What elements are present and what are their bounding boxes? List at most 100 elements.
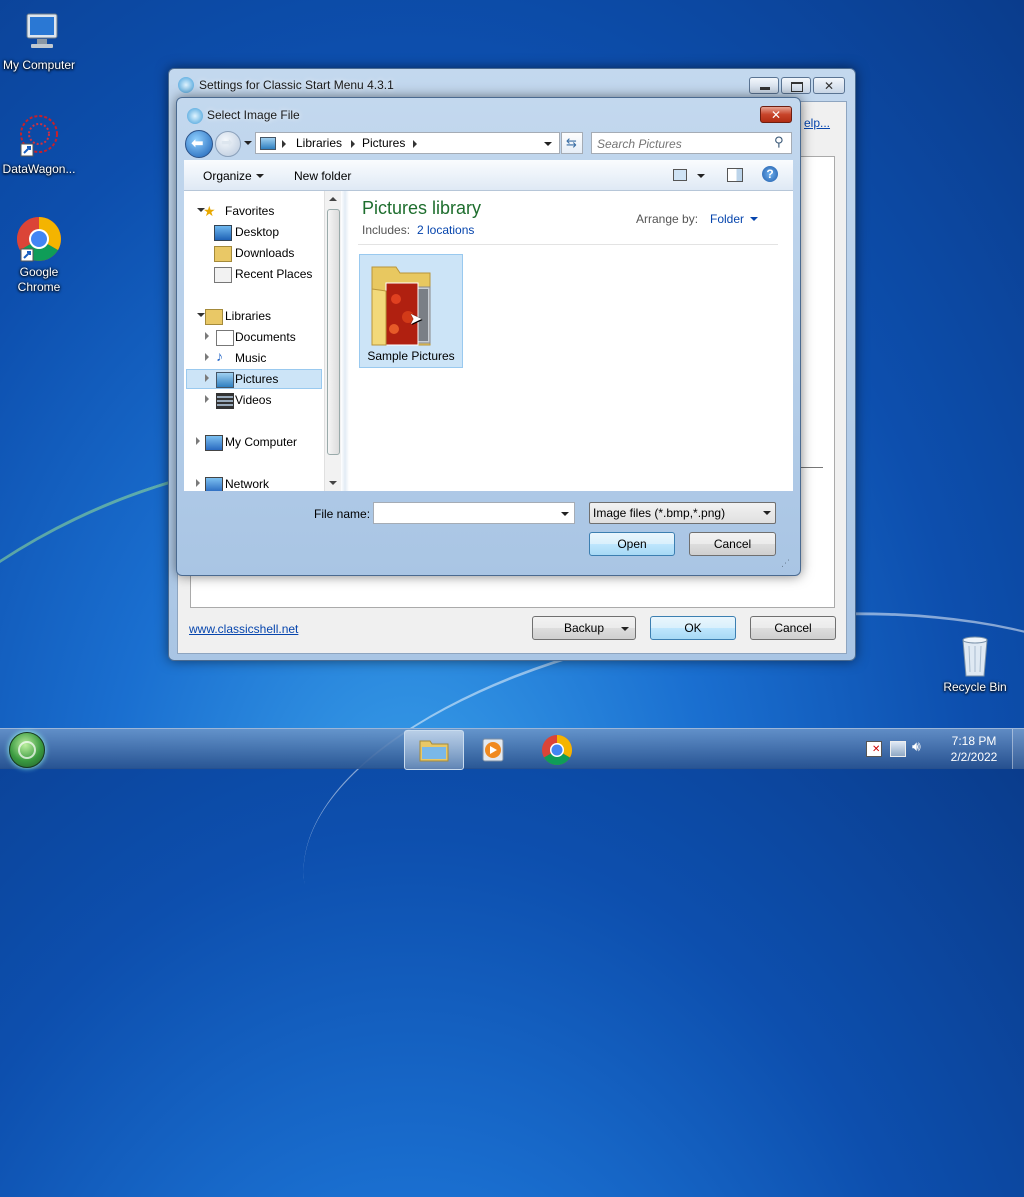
refresh-icon: ⇆ [566,135,577,150]
desktop-icon-datawagon[interactable]: DataWagon... [0,112,79,177]
settings-cancel-button[interactable]: Cancel [750,616,836,640]
taskbar-media-player[interactable] [470,730,516,768]
view-options-chevron-icon[interactable] [697,174,705,178]
media-player-icon [482,738,504,762]
header-divider [358,244,778,245]
expand-icon[interactable] [196,479,200,487]
start-button[interactable] [9,732,45,768]
recent-places-icon [214,267,232,283]
breadcrumb-pictures[interactable]: Pictures [362,136,405,150]
expand-icon[interactable] [205,395,209,403]
refresh-button[interactable]: ⇆ [561,132,583,154]
libraries-icon [205,309,223,325]
organize-button[interactable]: Organize [203,169,252,183]
desktop-icon [214,225,232,241]
search-field[interactable]: ⚲ [591,132,792,154]
clock[interactable]: 7:18 PM 2/2/2022 [940,733,1008,765]
divider [801,467,823,468]
pane-splitter[interactable] [341,191,349,491]
arrange-by-value[interactable]: Folder [710,212,744,226]
settings-window-title: Settings for Classic Start Menu 4.3.1 [199,78,394,92]
nav-favorites[interactable]: Favorites [225,201,274,221]
back-button[interactable]: ⬅ [185,130,213,158]
open-label: Open [617,537,647,551]
network-icon [205,477,223,491]
help-icon[interactable]: ? [762,166,778,182]
taskbar-chrome[interactable] [534,730,580,768]
minimize-button[interactable] [749,77,779,94]
expand-icon[interactable] [205,353,209,361]
scroll-down-icon[interactable] [329,481,337,485]
file-name-combo[interactable] [373,502,575,524]
nav-desktop[interactable]: Desktop [235,222,279,242]
file-type-value: Image files (*.bmp,*.png) [593,506,726,520]
help-link[interactable]: elp... [804,116,830,130]
desktop-icon-label: Recycle Bin [943,680,1007,694]
nav-scrollbar[interactable] [324,191,341,491]
dialog-close-button[interactable]: ✕ [760,106,792,123]
nav-downloads[interactable]: Downloads [235,243,294,263]
expand-icon[interactable] [205,374,209,382]
expand-libraries-icon[interactable] [197,313,205,317]
scroll-up-icon[interactable] [329,197,337,201]
start-orb-icon [18,741,36,759]
expand-icon[interactable] [196,437,200,445]
scroll-thumb[interactable] [327,209,340,455]
chevron-down-icon [621,627,629,631]
website-link[interactable]: www.classicshell.net [189,622,298,636]
search-input[interactable] [595,135,769,153]
nav-videos[interactable]: Videos [235,390,271,410]
item-label: Sample Pictures [367,349,455,363]
close-button[interactable]: ✕ [813,77,845,94]
maximize-button[interactable] [781,77,811,94]
breadcrumb-libraries[interactable]: Libraries [296,136,342,150]
nav-documents[interactable]: Documents [235,327,296,347]
file-type-filter[interactable]: Image files (*.bmp,*.png) [589,502,776,524]
desktop-icon-google-chrome[interactable]: Google Chrome [0,215,79,295]
preview-pane-icon[interactable] [727,168,743,182]
mouse-cursor-icon: ➤ [409,311,423,328]
breadcrumb-separator-icon [351,140,355,148]
show-desktop-button[interactable] [1012,729,1024,769]
nav-my-computer[interactable]: My Computer [225,432,297,452]
nav-music[interactable]: Music [235,348,266,368]
search-icon: ⚲ [774,134,784,149]
new-folder-button[interactable]: New folder [294,169,351,183]
recent-pages-chevron-icon[interactable] [244,141,252,145]
ok-button[interactable]: OK [650,616,736,640]
documents-icon [216,330,234,346]
close-icon: ✕ [771,108,782,122]
backup-button[interactable]: Backup [532,616,636,640]
minimize-icon [760,87,770,90]
dialog-cancel-button[interactable]: Cancel [689,532,776,556]
nav-network[interactable]: Network [225,474,269,491]
expand-icon[interactable] [205,332,209,340]
nav-libraries[interactable]: Libraries [225,306,271,326]
desktop-icon-recycle-bin[interactable]: Recycle Bin [935,630,1015,695]
address-bar[interactable]: Libraries Pictures [255,132,560,154]
forward-button[interactable]: ➡ [215,131,241,157]
chevron-down-icon[interactable] [750,217,758,221]
nav-pictures[interactable]: Pictures [235,369,278,389]
taskbar-explorer[interactable] [404,730,464,770]
chrome-icon [15,215,63,263]
network-tray-icon[interactable] [890,741,906,757]
nav-recent-places[interactable]: Recent Places [235,264,312,284]
includes-locations-link[interactable]: 2 locations [417,223,474,237]
action-center-icon[interactable]: ✕ [866,741,882,757]
recycle-bin-icon [951,630,999,678]
volume-icon[interactable]: 🔊︎ [912,738,921,755]
chevron-down-icon[interactable] [561,512,569,516]
library-title: Pictures library [362,198,482,218]
desktop-icon-label: Chrome [17,280,61,294]
open-button[interactable]: Open [589,532,675,556]
content-pane: Pictures library Includes: 2 locations A… [350,191,793,491]
desktop-icon-my-computer[interactable]: My Computer [0,8,79,73]
pictures-library-icon [260,137,276,150]
address-dropdown-icon[interactable] [544,142,552,146]
computer-icon [15,8,63,56]
change-view-icon[interactable] [673,169,687,181]
resize-grip-icon[interactable]: ⋰ [781,558,790,569]
computer-icon [205,435,223,451]
forward-arrow-icon: ➡ [221,134,233,150]
